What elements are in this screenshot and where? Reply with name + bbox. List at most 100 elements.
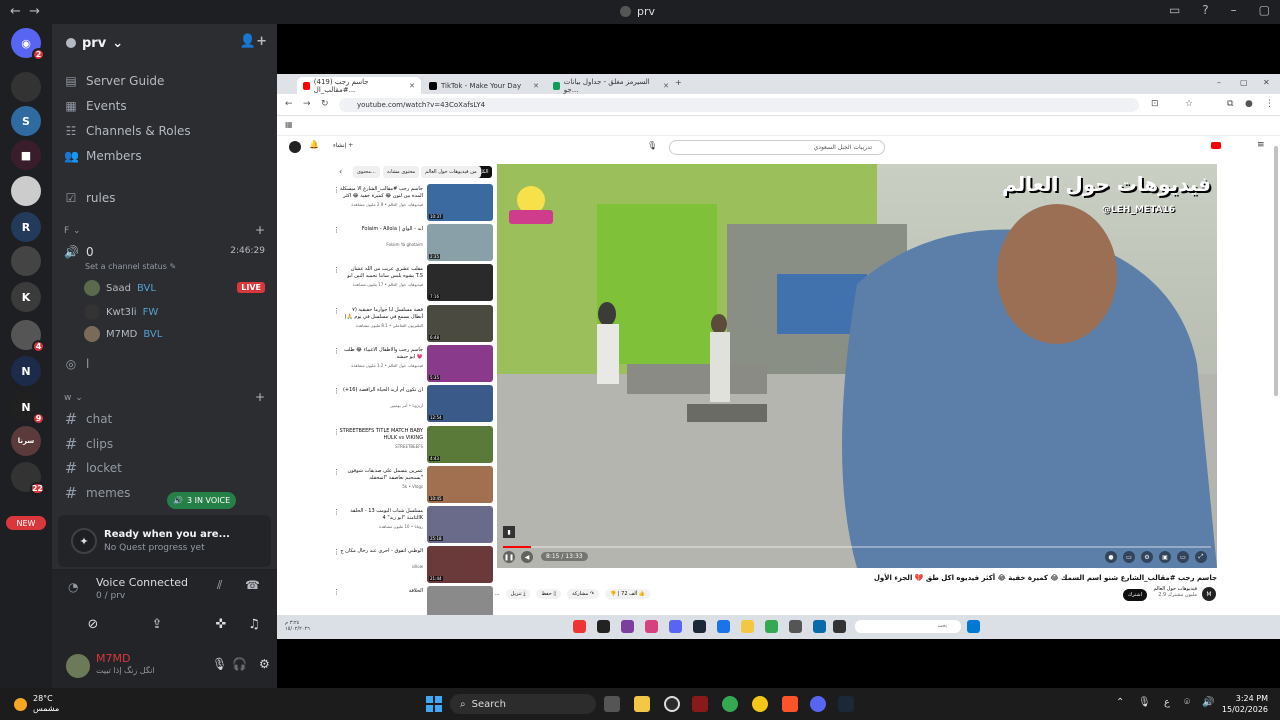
stage-channel[interactable]: ◎ l [64, 353, 90, 375]
screen-share-icon[interactable]: ⇪ [136, 612, 178, 636]
server-icon-3[interactable]: ■ [11, 140, 41, 170]
progress-bar[interactable] [503, 546, 1211, 548]
server-icon-11[interactable]: سرنا [11, 426, 41, 456]
download-button[interactable]: تنزيل ⤓ [505, 589, 531, 599]
back-icon[interactable]: ← [10, 4, 21, 19]
maximize-button[interactable]: ▢ [1240, 78, 1248, 87]
related-video-item[interactable]: ⋮ الوطني اتفوق - احرى عند رحال مكان ج sill… [333, 546, 493, 583]
related-video-item[interactable]: ⋮ ان تكون ام أريد الحياة الرافضة (16+) أري… [333, 385, 493, 422]
more-button[interactable]: ... [495, 591, 500, 597]
noise-suppression-icon[interactable]: ⫽ [217, 578, 222, 593]
chevron-left-icon[interactable]: ‹ [339, 167, 342, 176]
nav-channels-roles[interactable]: ☷ Channels & Roles [64, 120, 191, 142]
taskbar-clock[interactable]: 3:24 PM 15/02/2026 [1222, 693, 1268, 715]
language-indicator[interactable]: ع [1164, 697, 1170, 708]
close-icon[interactable]: ✕ [533, 82, 539, 90]
settings-icon[interactable]: ⚙ [259, 657, 270, 671]
server-header[interactable]: prv ⌄ 👤+ [52, 24, 277, 62]
app-icon[interactable] [573, 620, 586, 633]
forward-icon[interactable]: → [29, 4, 40, 19]
tab-youtube[interactable]: (419) جاسم رجب #مقالب_ال... ✕ [297, 77, 421, 94]
server-icon-4[interactable] [11, 176, 41, 206]
add-channel-icon[interactable]: + [255, 390, 265, 404]
voice-user[interactable]: Saad BVL [84, 278, 156, 298]
soundboard-icon[interactable]: ♫ [233, 612, 275, 636]
video-thumbnail[interactable]: 10:37 [427, 184, 493, 221]
forward-icon[interactable]: → [303, 99, 311, 109]
chrome-icon[interactable] [722, 696, 738, 712]
steam-icon[interactable] [693, 620, 706, 633]
server-icon-2[interactable]: S [11, 106, 41, 136]
inner-search[interactable]: بحث [855, 620, 961, 633]
invite-icon[interactable]: 👤+ [240, 34, 267, 49]
video-thumbnail[interactable]: 6:48 [427, 305, 493, 342]
voice-user[interactable]: Kwt3li FW [84, 302, 158, 322]
theater-icon[interactable]: ▭ [1177, 551, 1189, 563]
share-button[interactable]: مشاركة ↷ [567, 589, 600, 599]
voice-channel[interactable]: 🔊 0 [64, 241, 94, 263]
tab-sheets[interactable]: السيرمز مغلق - جداول بيانات جو... ✕ [547, 77, 675, 94]
hamburger-icon[interactable]: ≡ [1257, 140, 1265, 150]
user-name[interactable]: M7MD [96, 652, 130, 665]
notifications-icon[interactable]: 🔔 [309, 140, 319, 149]
weather-widget[interactable]: 28°C مشمس [14, 694, 59, 714]
app-icon[interactable] [597, 620, 610, 633]
related-video-item[interactable]: ⋮ جاسم رجب والاطفال الاغبياء 😂 طلب ابو حب… [333, 345, 493, 382]
inbox-icon[interactable]: ▭ [1169, 3, 1180, 17]
file-explorer-icon[interactable] [634, 696, 650, 712]
video-thumbnail[interactable]: 7:16 [427, 264, 493, 301]
minimize-button[interactable]: – [1217, 78, 1221, 87]
star-icon[interactable]: ☆ [1185, 99, 1193, 109]
server-icon-9[interactable]: N [11, 356, 41, 386]
channel-info[interactable]: فيديوهات حول العالم 2.9 مليون مشترك [1149, 586, 1197, 598]
tab-tiktok[interactable]: TikTok - Make Your Day ✕ [423, 77, 545, 94]
like-dislike-button[interactable]: 👎 | 72 ألف 👍 [605, 589, 651, 599]
voice-connected-title[interactable]: Voice Connected [96, 576, 188, 589]
channel-chat[interactable]: # chat [64, 408, 113, 430]
brave-icon[interactable] [782, 696, 798, 712]
fullscreen-icon[interactable]: ⤢ [1195, 551, 1207, 563]
video-thumbnail[interactable]: 10:45 [427, 466, 493, 503]
related-video-item[interactable]: ⋮ قصة مسلسل ابا جوارما حقيقية (٧ أبطال بس… [333, 305, 493, 342]
chip-from-channel[interactable]: من فيديوهات حول العالم [421, 166, 481, 178]
miniplayer-icon[interactable]: ▣ [1159, 551, 1171, 563]
instagram-icon[interactable] [645, 620, 658, 633]
page-scrollbar[interactable] [1274, 136, 1278, 615]
channel-memes[interactable]: # memes [64, 482, 131, 504]
taskbar-search[interactable]: ⌕ Search [450, 694, 596, 714]
create-button[interactable]: إنشاء + [333, 142, 353, 149]
server-icon-12[interactable]: 22 [11, 462, 45, 495]
channel-locket[interactable]: # locket [64, 457, 122, 479]
chip-similar[interactable]: محتوى مشابه [383, 166, 420, 178]
translate-icon[interactable]: ⊡ [1151, 99, 1159, 109]
url-field[interactable]: youtube.com/watch?v=43CoXafsLY4 [339, 98, 1139, 112]
video-thumbnail[interactable]: 25:18 [427, 506, 493, 543]
avatar[interactable] [66, 654, 90, 678]
server-icon-6[interactable] [11, 246, 41, 276]
nav-server-guide[interactable]: ▤ Server Guide [64, 70, 164, 92]
stats-icon[interactable]: ▮ [503, 526, 515, 538]
video-thumbnail[interactable]: 2:35 [427, 224, 493, 261]
volume-icon[interactable]: ◀ [521, 551, 533, 563]
apps-icon[interactable]: ▦ [285, 120, 293, 129]
microphone-icon[interactable]: 🎙 [1138, 697, 1151, 708]
minimize-icon[interactable]: – [1231, 3, 1237, 17]
task-view-icon[interactable] [604, 696, 620, 712]
close-icon[interactable]: ✕ [409, 82, 415, 90]
app-icon[interactable] [621, 620, 634, 633]
app-icon[interactable] [833, 620, 846, 633]
nav-arrows[interactable]: ← → [10, 4, 40, 19]
add-channel-icon[interactable]: + [255, 223, 265, 237]
in-voice-pill[interactable]: 🔊 3 IN VOICE [167, 492, 237, 509]
server-icon-7[interactable]: K [11, 282, 41, 312]
voice-user[interactable]: M7MD BVL [84, 324, 162, 344]
quest-card[interactable]: ✦ Ready when you are... No Quest progres… [58, 515, 271, 567]
related-video-item[interactable]: ⋮ Folaim - Allola | ايه - الواي Folaim Ya … [333, 224, 493, 261]
edge-icon[interactable] [717, 620, 730, 633]
folder-icon[interactable] [741, 620, 754, 633]
avatar[interactable] [289, 141, 301, 153]
home-icon[interactable]: ◉ 2 [11, 28, 45, 61]
back-icon[interactable]: ← [285, 99, 293, 109]
subtitles-icon[interactable]: ▭ [1123, 551, 1135, 563]
disconnect-icon[interactable]: ☎ [245, 578, 260, 592]
